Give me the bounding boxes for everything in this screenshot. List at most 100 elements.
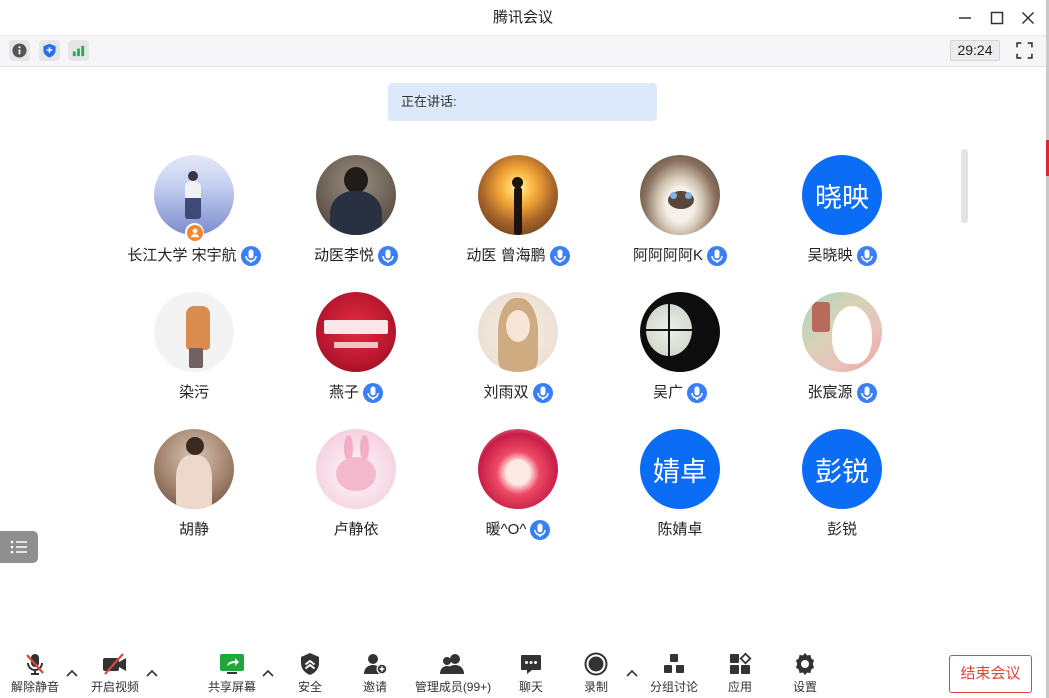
participant-name-row: 长江大学 宋宇航 [113, 245, 275, 267]
end-meeting-button[interactable]: 结束会议 [949, 655, 1032, 693]
avatar-initials: 彭锐 [815, 456, 869, 487]
share-screen-button[interactable]: 共享屏幕 [200, 650, 264, 696]
participant-name: 长江大学 宋宇航 [127, 247, 237, 264]
avatar [316, 292, 396, 372]
mic-icon [240, 246, 261, 266]
meeting-timer: 29:24 [950, 40, 1000, 61]
participant-name-row: 陈婧卓 [599, 519, 761, 541]
avatar [154, 429, 234, 509]
apps-button[interactable]: 应用 [708, 650, 772, 696]
settings-button[interactable]: 设置 [773, 650, 837, 696]
participant-name: 动医 曾海鹏 [466, 247, 546, 264]
participant-name-row: 胡静 [113, 519, 275, 541]
participant-tile[interactable]: 刘雨双 [437, 292, 599, 404]
avatar [640, 155, 720, 235]
participant-name-row: 刘雨双 [437, 382, 599, 404]
fullscreen-icon[interactable] [1016, 42, 1033, 59]
avatar [154, 292, 234, 372]
participant-tile[interactable]: 胡静 [113, 429, 275, 541]
speaking-indicator: 正在讲话: [388, 83, 657, 121]
participant-name-row: 卢静依 [275, 519, 437, 541]
participant-tile[interactable]: 晓映 吴晓映 [761, 155, 923, 267]
record-label: 录制 [583, 680, 608, 694]
participant-tile[interactable]: 彭锐 彭锐 [761, 429, 923, 541]
participant-name-row: 燕子 [275, 382, 437, 404]
breakout-rooms-button[interactable]: 分组讨论 [642, 650, 706, 696]
info-icon[interactable] [9, 40, 30, 61]
invite-label: 邀请 [362, 680, 387, 694]
participant-tile[interactable]: 吴广 [599, 292, 761, 404]
mic-icon [856, 246, 877, 266]
chevron-up-icon[interactable] [626, 669, 638, 677]
security-button[interactable]: 安全 [278, 650, 342, 696]
title-bar: 腾讯会议 [0, 0, 1046, 35]
avatar [478, 292, 558, 372]
invite-user-icon [343, 651, 407, 677]
participant-name: 暖^O^ [485, 521, 527, 538]
mic-icon [378, 246, 398, 266]
participant-tile[interactable]: 染污 [113, 292, 275, 404]
window-title: 腾讯会议 [492, 9, 553, 26]
avatar [640, 292, 720, 372]
gallery-scrollbar[interactable] [961, 149, 968, 223]
maximize-icon[interactable] [990, 11, 1004, 25]
mic-icon [856, 383, 877, 403]
participant-tile[interactable]: 燕子 [275, 292, 437, 404]
mic-icon [363, 383, 383, 403]
avatar-initials: 晓映 [815, 182, 869, 213]
participant-name: 彭锐 [826, 521, 857, 538]
avatar-initials: 婧卓 [653, 456, 707, 487]
participant-name: 吴广 [652, 384, 683, 401]
mic-icon [532, 383, 553, 403]
security-label: 安全 [297, 680, 322, 694]
breakout-icon [642, 651, 706, 677]
share-screen-label: 共享屏幕 [207, 680, 256, 694]
participant-tile[interactable]: 卢静依 [275, 429, 437, 541]
manage-members-button[interactable]: 管理成员(99+) [408, 650, 498, 696]
participant-tile[interactable]: 动医 曾海鹏 [437, 155, 599, 267]
chevron-up-icon[interactable] [262, 669, 274, 677]
avatar [316, 155, 396, 235]
chat-button[interactable]: 聊天 [499, 650, 563, 696]
members-icon [408, 651, 498, 677]
settings-label: 设置 [792, 680, 817, 694]
mic-icon [549, 246, 570, 266]
participant-tile[interactable]: 暖^O^ [437, 429, 599, 541]
participant-name: 吴晓映 [807, 247, 853, 264]
chevron-up-icon[interactable] [66, 669, 78, 677]
participant-name-row: 阿阿阿阿K [599, 245, 761, 267]
participant-name-row: 张宸源 [761, 382, 923, 404]
invite-button[interactable]: 邀请 [343, 650, 407, 696]
minimize-icon[interactable] [958, 11, 972, 25]
mic-icon [687, 383, 707, 403]
shield-icon[interactable] [39, 40, 60, 61]
status-bar: 29:24 [0, 35, 1046, 67]
participant-tile[interactable]: 阿阿阿阿K [599, 155, 761, 267]
avatar: 彭锐 [802, 429, 882, 509]
participant-tile[interactable]: 动医李悦 [275, 155, 437, 267]
member-list-toggle-button[interactable] [0, 531, 38, 563]
participant-tile[interactable]: 婧卓 陈婧卓 [599, 429, 761, 541]
mic-icon [707, 246, 727, 266]
start-video-button[interactable]: 开启视频 [83, 650, 147, 696]
avatar [478, 429, 558, 509]
participant-name-row: 动医 曾海鹏 [437, 245, 599, 267]
video-off-icon [83, 651, 147, 677]
chevron-up-icon[interactable] [146, 669, 158, 677]
avatar: 婧卓 [640, 429, 720, 509]
participant-tile[interactable]: 张宸源 [761, 292, 923, 404]
signal-icon[interactable] [68, 40, 89, 61]
unmute-button[interactable]: 解除静音 [3, 650, 67, 696]
apps-label: 应用 [727, 680, 752, 694]
participant-name: 阿阿阿阿K [632, 247, 703, 264]
share-screen-icon [200, 651, 264, 677]
mic-icon [530, 520, 551, 540]
participant-tile[interactable]: 长江大学 宋宇航 [113, 155, 275, 267]
participant-name-row: 吴晓映 [761, 245, 923, 267]
close-icon[interactable] [1021, 11, 1035, 25]
unmute-label: 解除静音 [10, 680, 59, 694]
participant-name-row: 染污 [113, 382, 275, 404]
record-button[interactable]: 录制 [564, 650, 628, 696]
chat-label: 聊天 [518, 680, 543, 694]
participant-name: 胡静 [178, 521, 209, 538]
